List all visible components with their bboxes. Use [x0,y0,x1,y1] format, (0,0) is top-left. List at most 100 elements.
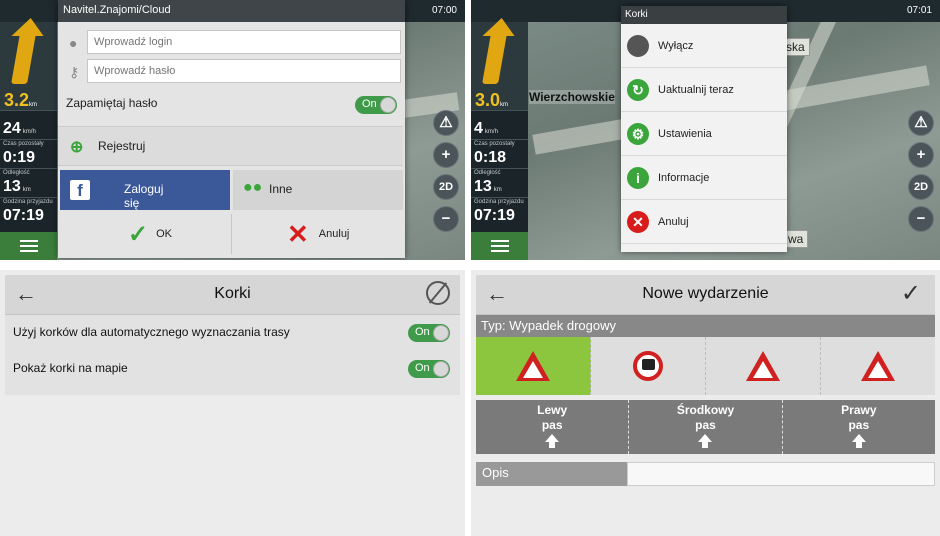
clock: 07:00 [431,5,457,16]
arrival-time: Godzina przyjazdu 07:19 [0,197,57,226]
login-input[interactable] [87,30,401,54]
ok-button[interactable]: ✓ OK [58,214,230,254]
remember-toggle[interactable]: On [355,96,397,114]
zoom-in-button[interactable]: + [433,142,459,168]
time-left: Czas pozostały 0:19 [0,139,57,168]
password-field: ⚷ [63,59,403,85]
distance-left: Odległość 13 km [471,168,528,197]
close-icon: ✕ [627,210,649,233]
speed-camera-icon[interactable] [591,337,706,395]
nav-info-column: 3.0km 4 km/h Czas pozostały 0:18 Odległość… [471,22,528,260]
distance-to-turn: 3.0km [471,88,528,110]
street-label: Wierzchowskie [529,90,615,104]
remember-label: Zapamiętaj hasło [66,96,158,110]
login-field: ● [63,30,403,56]
view-2d-button[interactable]: 2D [433,174,459,200]
menu-button[interactable] [471,232,528,260]
menu-item-label: Ustawienia [658,127,712,140]
menu-item-label: Wyłącz [658,39,694,52]
description-row: Opis [476,462,935,486]
gear-icon: ⚙ [627,122,649,145]
roadworks-icon[interactable] [706,337,821,395]
remember-row: Zapamiętaj hasło On [58,90,405,122]
turn-arrow-icon [0,22,57,88]
traffic-off-icon [627,34,649,57]
lane-left[interactable]: Lewy pas [476,400,630,454]
warning-icon[interactable]: ⚠ [908,110,934,136]
close-icon: ✕ [287,218,309,249]
setting-toggle[interactable]: On [408,324,450,342]
page-title: Korki [214,285,251,302]
menu-item-label: Uaktualnij teraz [658,83,734,96]
setting-toggle[interactable]: On [408,360,450,378]
speed-readout: 4 km/h [471,110,528,139]
menu-item-label: Informacje [658,171,710,184]
page-title: Nowe wydarzenie [642,285,769,302]
refresh-icon: ↻ [627,78,649,101]
accident-icon[interactable] [476,337,591,395]
time-left: Czas pozostały 0:18 [471,139,528,168]
up-arrow-icon [698,434,713,448]
menu-button[interactable] [0,232,57,260]
settings-list: Użyj korków dla automatycznego wyznaczan… [5,315,460,395]
dialog-buttons: ✓ OK ✕ Anuluj [58,214,403,256]
description-label: Opis [476,462,627,486]
info-icon: i [627,166,649,189]
menu-item[interactable]: ⚙ Ustawienia [621,112,787,156]
lane-right[interactable]: Prawy pas [783,400,935,454]
event-type-selector: ! [476,337,935,395]
login-dialog: Navitel.Znajomi/Cloud ● ⚷ Zapamiętaj has… [58,0,405,258]
zoom-out-button[interactable]: − [908,206,934,232]
hamburger-icon [490,245,509,247]
up-arrow-icon [545,434,560,448]
clock: 07:01 [906,5,932,16]
register-button[interactable]: ⊕ Rejestruj [58,126,403,166]
hamburger-icon [19,245,38,247]
map-controls: ⚠ + 2D − [433,110,461,238]
menu-item[interactable]: ✕ Anuluj [621,200,787,244]
login-screen: 07:00 3.2km 24 km/h Czas pozostały 0:19 Od… [0,0,465,260]
check-icon: ✓ [128,220,149,248]
up-arrow-icon [851,434,866,448]
turn-arrow-icon [471,22,528,88]
distance-left: Odległość 13 km [0,168,57,197]
top-bar: ← Nowe wydarzenie ✓ [476,275,935,315]
menu-item[interactable]: i Informacje [621,156,787,200]
speed-readout: 24 km/h [0,110,57,139]
lane-selector: Lewy pas Środkowy pas Prawy pas [476,400,935,454]
other-login-button[interactable]: ●● Inne [233,170,403,210]
facebook-icon: f [70,180,90,200]
setting-label: Pokaż korki na mapie [13,361,128,375]
zoom-out-button[interactable]: − [433,206,459,232]
setting-row[interactable]: Użyj korków dla automatycznego wyznaczan… [5,315,460,351]
menu-item[interactable]: ↻ Uaktualnij teraz [621,68,787,112]
password-input[interactable] [87,59,401,83]
description-input[interactable] [627,462,935,486]
nav-info-column: 3.2km 24 km/h Czas pozostały 0:19 Odległoś… [0,22,57,260]
facebook-login-button[interactable]: f Zaloguj się [60,170,230,210]
arrival-time: Godzina przyjazdu 07:19 [471,197,528,226]
menu-title: Korki [621,6,787,24]
cancel-button[interactable]: ✕ Anuluj [231,214,403,254]
distance-to-turn: 3.2km [0,88,57,110]
traffic-menu-screen: 07:01 3.0km 4 km/h Czas pozostały 0:18 Odl… [471,0,940,260]
menu-item[interactable]: Wyłącz [621,24,787,68]
lane-middle[interactable]: Środkowy pas [629,400,783,454]
warning-icon[interactable]: ⚠ [433,110,459,136]
new-event-screen: ← Nowe wydarzenie ✓ Typ: Wypadek drogowy… [471,270,940,536]
traffic-disabled-icon[interactable] [426,281,450,305]
view-2d-button[interactable]: 2D [908,174,934,200]
setting-row[interactable]: Pokaż korki na mapie On [5,351,460,387]
key-icon: ⚷ [69,64,80,80]
map-controls: ⚠ + 2D − [908,110,936,238]
dialog-title: Navitel.Znajomi/Cloud [58,0,405,22]
warning-icon[interactable]: ! [821,337,935,395]
traffic-menu: Korki Wyłącz ↻ Uaktualnij teraz ⚙ Ustawienia… [621,6,787,252]
traffic-settings-screen: ← Korki Użyj korków dla automatycznego w… [0,270,465,536]
confirm-check-icon[interactable]: ✓ [901,279,921,308]
top-bar: ← Korki [5,275,460,315]
zoom-in-button[interactable]: + [908,142,934,168]
setting-label: Użyj korków dla automatycznego wyznaczan… [13,325,290,339]
menu-item-label: Anuluj [658,215,689,228]
event-type-label: Typ: Wypadek drogowy [476,315,935,337]
